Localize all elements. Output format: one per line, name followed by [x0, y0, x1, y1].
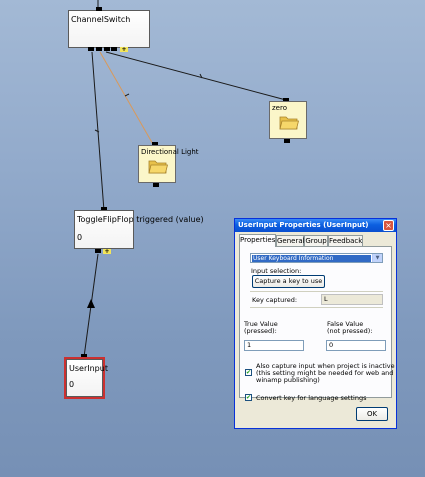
convert-key-checkbox[interactable]: ✔: [245, 394, 252, 401]
add-port-icon[interactable]: +: [103, 249, 111, 255]
output-port[interactable]: [88, 47, 94, 51]
directional-light-node[interactable]: Directional Light: [138, 145, 199, 183]
output-port[interactable]: [95, 249, 101, 253]
capture-key-button[interactable]: Capture a key to use: [252, 275, 325, 288]
node-title: zero: [272, 104, 287, 112]
select-value: User Keyboard Information: [252, 255, 371, 262]
input-port[interactable]: [96, 7, 102, 11]
channelswitch-node[interactable]: ChannelSwitch: [68, 10, 150, 48]
dialog-title: UserInput Properties (UserInput): [238, 221, 369, 229]
output-port[interactable]: [96, 47, 102, 51]
input-port[interactable]: [81, 354, 87, 358]
close-icon[interactable]: ×: [383, 220, 394, 231]
convert-key-label: Convert key for language settings: [256, 394, 367, 402]
false-value-sublabel: (not pressed):: [327, 327, 373, 335]
folder-icon: [279, 116, 299, 130]
input-selection-label: Input selection:: [251, 267, 302, 275]
output-port[interactable]: [104, 47, 110, 51]
properties-dialog: UserInput Properties (UserInput) × Prope…: [234, 218, 397, 429]
wire-tick: [124, 93, 130, 97]
true-value-sublabel: (pressed):: [244, 327, 277, 335]
divider: [250, 291, 383, 292]
capture-inactive-checkbox[interactable]: ✔: [245, 369, 252, 376]
wire-channelswitch-to-light[interactable]: [99, 51, 155, 147]
userinput-node[interactable]: UserInput 0: [65, 358, 108, 398]
add-port-icon[interactable]: +: [120, 47, 128, 53]
dialog-titlebar[interactable]: UserInput Properties (UserInput): [235, 219, 396, 232]
output-port[interactable]: [153, 183, 159, 187]
node-title: Directional Light: [141, 148, 199, 156]
zero-node[interactable]: zero: [269, 101, 307, 139]
node-value: 0: [69, 380, 75, 389]
tab-properties[interactable]: Properties: [239, 234, 276, 247]
true-value-input[interactable]: 1: [244, 340, 304, 351]
node-title: UserInput: [69, 364, 108, 373]
node-title: ToggleFlipFlop triggered (value): [77, 215, 204, 224]
key-captured-field: L: [321, 294, 383, 305]
folder-icon: [148, 160, 168, 174]
wire-arrow-icon: [87, 299, 95, 308]
divider: [250, 307, 383, 308]
node-value: 0: [77, 233, 83, 242]
node-title: ChannelSwitch: [71, 15, 131, 24]
input-source-select[interactable]: User Keyboard Information ▼: [250, 253, 383, 263]
false-value-input[interactable]: 0: [326, 340, 386, 351]
toggle-flipflop-node[interactable]: ToggleFlipFlop triggered (value) 0: [74, 210, 204, 249]
wire-channelswitch-to-zero[interactable]: [105, 51, 287, 101]
output-port[interactable]: [111, 47, 117, 51]
chevron-down-icon[interactable]: ▼: [372, 254, 382, 262]
capture-inactive-note: winamp publishing): [256, 376, 320, 384]
key-captured-label: Key captured:: [252, 296, 298, 304]
ok-button[interactable]: OK: [356, 407, 388, 421]
output-port[interactable]: [284, 139, 290, 143]
